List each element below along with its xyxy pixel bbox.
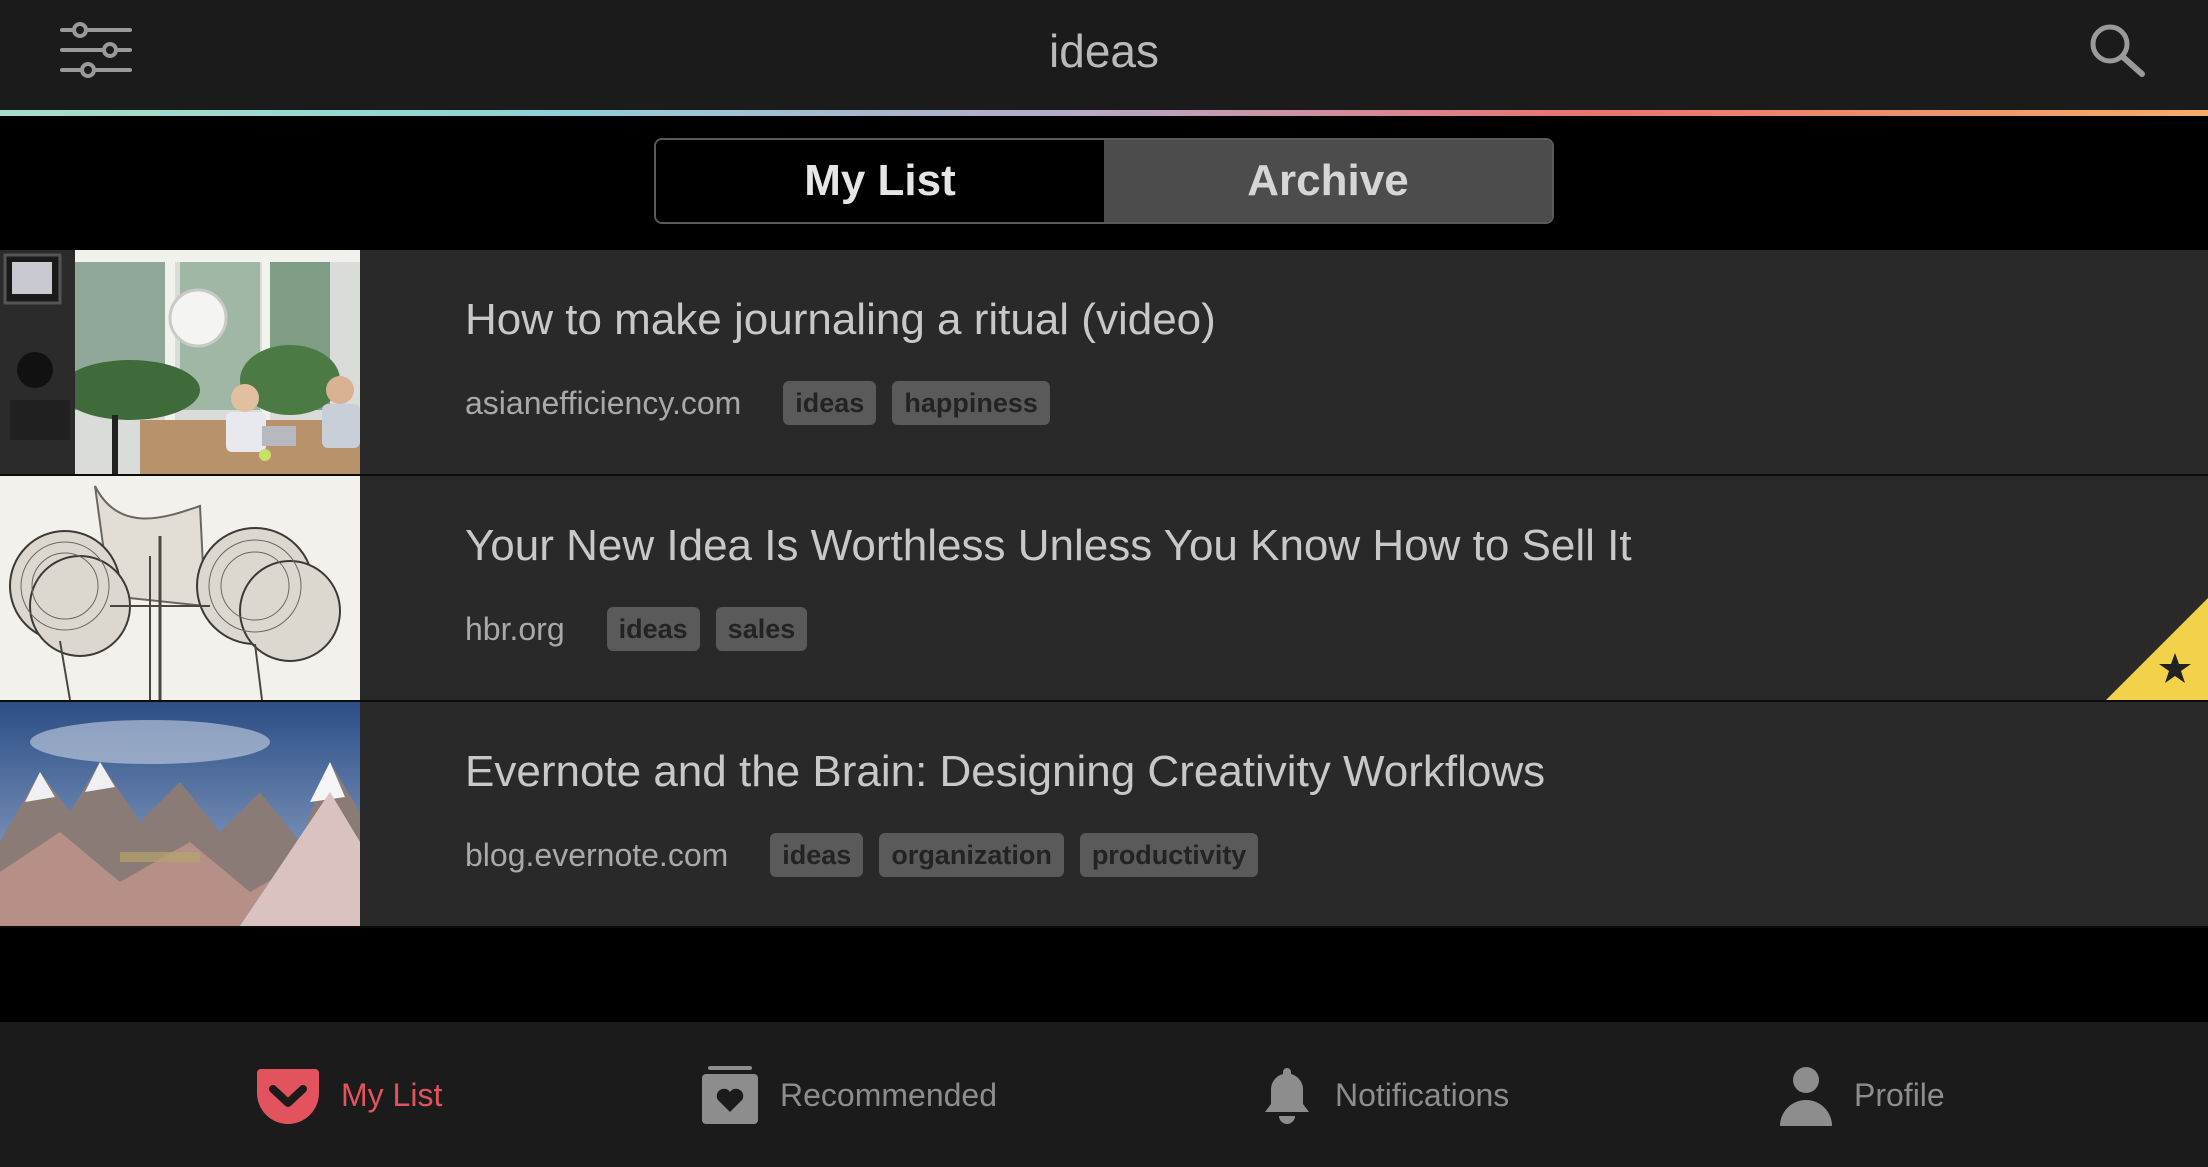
nav-label: Profile xyxy=(1854,1076,1945,1113)
article-meta: hbr.org ideas sales xyxy=(465,606,823,652)
header-accent-line xyxy=(0,110,2208,116)
article-list: How to make journaling a ritual (video) … xyxy=(0,250,2208,928)
nav-profile[interactable]: Profile xyxy=(1778,1060,1945,1130)
nav-label: Recommended xyxy=(780,1076,997,1113)
article-thumbnail xyxy=(0,250,360,474)
article-domain: hbr.org xyxy=(465,610,565,647)
article-meta: blog.evernote.com ideas organization pro… xyxy=(465,832,1274,878)
list-item[interactable]: How to make journaling a ritual (video) … xyxy=(0,250,2208,476)
tab-my-list[interactable]: My List xyxy=(656,140,1104,222)
favorite-badge[interactable] xyxy=(2106,598,2208,700)
top-bar: ideas xyxy=(0,0,2208,112)
article-meta: asianefficiency.com ideas happiness xyxy=(465,380,1066,426)
tag[interactable]: sales xyxy=(715,607,808,651)
nav-my-list[interactable]: My List xyxy=(255,1060,442,1130)
article-domain: blog.evernote.com xyxy=(465,836,729,873)
tag[interactable]: ideas xyxy=(783,381,877,425)
article-title[interactable]: Evernote and the Brain: Designing Creati… xyxy=(465,744,1545,800)
nav-notifications[interactable]: Notifications xyxy=(1259,1060,1509,1130)
list-item[interactable]: Your New Idea Is Worthless Unless You Kn… xyxy=(0,476,2208,702)
nav-recommended[interactable]: Recommended xyxy=(700,1060,997,1130)
tab-archive[interactable]: Archive xyxy=(1104,140,1552,222)
tag[interactable]: ideas xyxy=(770,833,864,877)
list-archive-toggle: My List Archive xyxy=(654,138,1554,224)
tag[interactable]: organization xyxy=(879,833,1064,877)
bottom-navigation: My List Recommended Notifications Profil… xyxy=(0,1022,2208,1167)
article-thumbnail xyxy=(0,476,360,700)
page-title: ideas xyxy=(1049,25,1159,77)
tag[interactable]: ideas xyxy=(606,607,700,651)
search-button[interactable] xyxy=(2086,22,2148,78)
nav-label: My List xyxy=(341,1076,443,1113)
pocket-icon xyxy=(257,1069,319,1124)
recommended-heart-icon xyxy=(702,1066,758,1124)
article-title[interactable]: Your New Idea Is Worthless Unless You Kn… xyxy=(465,518,1632,574)
article-domain: asianefficiency.com xyxy=(465,384,742,421)
nav-label: Notifications xyxy=(1335,1076,1510,1113)
bell-icon xyxy=(1265,1068,1309,1124)
article-title[interactable]: How to make journaling a ritual (video) xyxy=(465,292,1216,348)
search-icon xyxy=(2090,24,2145,77)
tag[interactable]: productivity xyxy=(1079,833,1259,877)
list-item[interactable]: Evernote and the Brain: Designing Creati… xyxy=(0,702,2208,928)
tag[interactable]: happiness xyxy=(892,381,1050,425)
article-thumbnail xyxy=(0,702,360,926)
person-icon xyxy=(1780,1067,1832,1126)
